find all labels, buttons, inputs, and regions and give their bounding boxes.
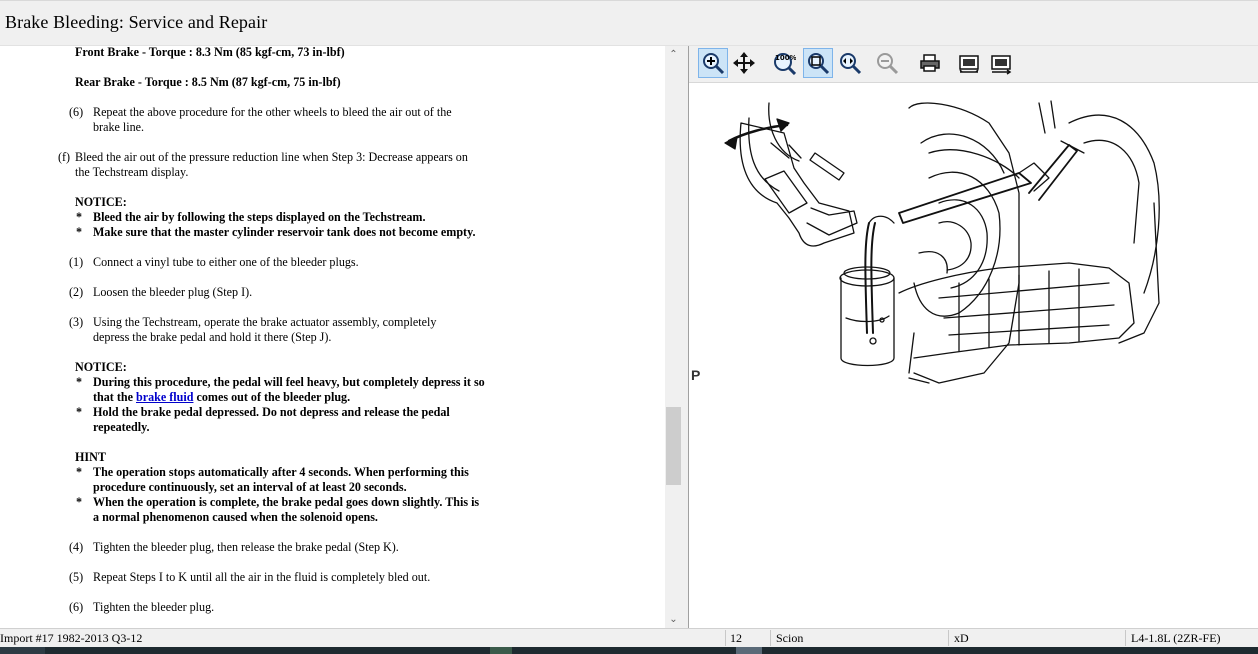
step-text: depress the brake pedal and hold it ther…: [93, 330, 332, 344]
step-text: Using the Techstream, operate the brake …: [93, 315, 437, 329]
step-text: Tighten the bleeder plug, then release t…: [93, 540, 399, 554]
bleeder-bottle-drawing: [839, 215, 895, 367]
status-page: 12: [730, 631, 742, 645]
procedure-text-pane[interactable]: Front Brake - Torque : 8.3 Nm (85 kgf-cm…: [0, 46, 665, 628]
illustration-pane: 100% P: [689, 46, 1258, 628]
step-number: (1): [69, 255, 84, 269]
zoom-100-label: 100%: [775, 54, 796, 62]
notice-item: Bleed the air by following the steps dis…: [93, 210, 426, 224]
status-source: Import #17 1982-2013 Q3-12: [0, 631, 143, 645]
step-number: (3): [69, 315, 84, 329]
bullet-mark: *: [76, 405, 83, 419]
step-text: Tighten the bleeder plug.: [93, 600, 215, 614]
status-divider: [948, 630, 949, 646]
taskbar-segment: [736, 647, 762, 654]
hint-heading: HINT: [75, 450, 106, 464]
step-text: Repeat Steps I to K until all the air in…: [93, 570, 431, 584]
bullet-mark: *: [76, 465, 83, 479]
taskbar-segment: [490, 647, 512, 654]
title-bar: Brake Bleeding: Service and Repair: [0, 0, 1258, 46]
export-image-icon[interactable]: [986, 48, 1016, 78]
brake-fluid-link[interactable]: brake fluid: [136, 390, 193, 404]
copy-image-icon[interactable]: [954, 48, 984, 78]
bullet-mark: *: [76, 225, 83, 239]
notice-item: Make sure that the master cylinder reser…: [93, 225, 476, 239]
pane-splitter[interactable]: [682, 46, 689, 628]
pan-icon[interactable]: [729, 48, 759, 78]
hint-item: When the operation is complete, the brak…: [93, 495, 480, 509]
foot-pedal-drawing: [724, 102, 858, 247]
front-torque: Front Brake - Torque : 8.3 Nm (85 kgf-cm…: [75, 46, 345, 59]
zoom-width-icon[interactable]: [835, 48, 865, 78]
notice-item: Hold the brake pedal depressed. Do not d…: [93, 405, 450, 419]
status-divider: [725, 630, 726, 646]
status-make: Scion: [776, 631, 804, 645]
notice-text: comes out of the bleeder plug.: [193, 390, 351, 404]
status-engine: L4-1.8L (2ZR-FE): [1131, 631, 1221, 645]
step-number: (f): [58, 150, 71, 164]
bullet-mark: *: [76, 495, 83, 509]
step-number: (2): [69, 285, 84, 299]
zoom-100-icon[interactable]: 100%: [769, 48, 799, 78]
step-number: (4): [69, 540, 84, 554]
scroll-down-icon[interactable]: ⌄: [665, 611, 682, 628]
step-number: (5): [69, 570, 84, 584]
status-bar: Import #17 1982-2013 Q3-12 12 Scion xD L…: [0, 628, 1258, 647]
taskbar-segment: [0, 647, 45, 654]
scrollbar-thumb[interactable]: [666, 407, 681, 485]
scroll-up-icon[interactable]: ⌃: [665, 46, 682, 63]
bullet-mark: *: [76, 375, 83, 389]
print-icon[interactable]: [915, 48, 945, 78]
brake-caliper-drawing: [898, 100, 1160, 384]
step-number: (6): [69, 105, 84, 119]
zoom-in-icon[interactable]: [698, 48, 728, 78]
notice-item: repeatedly.: [93, 420, 150, 434]
zoom-out-icon[interactable]: [872, 48, 902, 78]
text-pane-scrollbar[interactable]: ⌃ ⌄: [665, 46, 682, 628]
notice-heading: NOTICE:: [75, 195, 127, 209]
step-text: Repeat the above procedure for the other…: [93, 105, 452, 119]
step-text: Loosen the bleeder plug (Step I).: [93, 285, 253, 299]
status-divider: [1125, 630, 1126, 646]
step-text: Connect a vinyl tube to either one of th…: [93, 255, 359, 269]
step-text: brake line.: [93, 120, 145, 134]
status-divider: [770, 630, 771, 646]
step-text: the Techstream display.: [75, 165, 189, 179]
notice-heading: NOTICE:: [75, 360, 127, 374]
hint-item: procedure continuously, set an interval …: [93, 480, 407, 494]
zoom-fit-icon[interactable]: [803, 48, 833, 78]
hint-item: The operation stops automatically after …: [93, 465, 469, 479]
taskbar-strip: [0, 647, 1258, 654]
window-title: Brake Bleeding: Service and Repair: [5, 12, 268, 32]
hint-item: a normal phenomenon caused when the sole…: [93, 510, 378, 524]
figure-label: P: [691, 367, 701, 383]
rear-torque: Rear Brake - Torque : 8.5 Nm (87 kgf-cm,…: [75, 75, 341, 89]
viewer-toolbar: 100%: [689, 46, 1258, 83]
step-number: (6): [69, 600, 84, 614]
notice-text: that the: [93, 390, 136, 404]
bullet-mark: *: [76, 210, 83, 224]
notice-item: that the brake fluid comes out of the bl…: [93, 390, 350, 405]
notice-item: During this procedure, the pedal will fe…: [93, 375, 485, 389]
step-text: Bleed the air out of the pressure reduct…: [75, 150, 468, 164]
brake-bleeding-illustration: P: [689, 83, 1258, 628]
status-model: xD: [954, 631, 969, 645]
